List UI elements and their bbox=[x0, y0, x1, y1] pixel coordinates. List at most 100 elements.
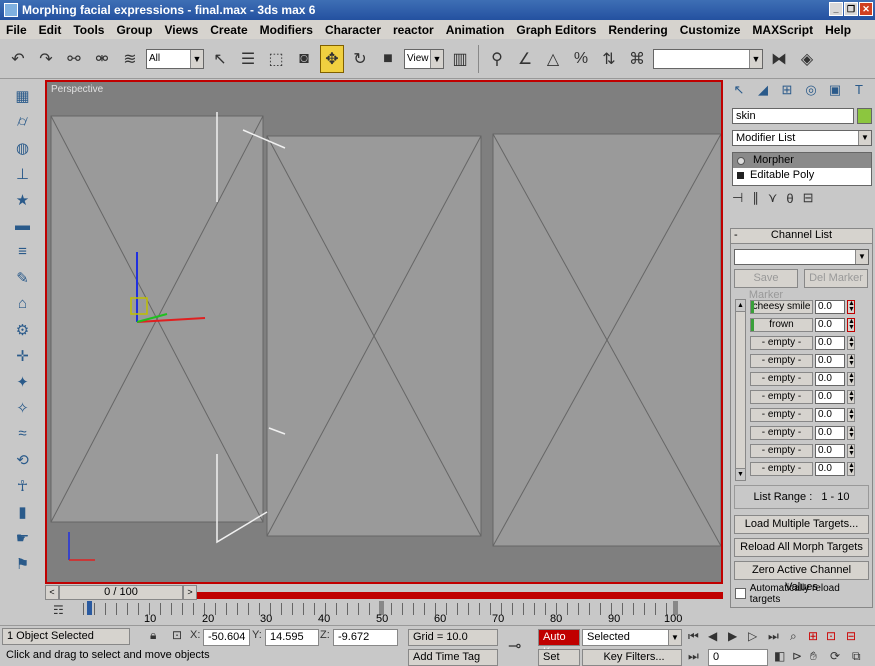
rectangular-selection-icon[interactable]: ⬚ bbox=[264, 45, 288, 73]
select-and-manipulate-icon[interactable]: ⚲ bbox=[485, 45, 509, 73]
undo-icon[interactable]: ↶ bbox=[6, 45, 30, 73]
channel-row[interactable]: - empty - 0.0 ▲ ▼ bbox=[750, 461, 870, 476]
channel-name-button[interactable]: - empty - bbox=[750, 389, 813, 404]
menu-graph-editors[interactable]: Graph Editors bbox=[510, 23, 602, 37]
channel-spinner[interactable]: ▲ ▼ bbox=[847, 461, 855, 476]
lightbulb-icon[interactable] bbox=[737, 156, 745, 165]
configure-sets-icon[interactable]: ⊟ bbox=[803, 190, 814, 206]
channel-spinner[interactable]: ▲ ▼ bbox=[847, 443, 855, 458]
absolute-mode-icon[interactable]: ⊡ bbox=[172, 628, 182, 642]
channel-row[interactable]: - empty - 0.0 ▲ ▼ bbox=[750, 353, 870, 368]
menu-character[interactable]: Character bbox=[319, 23, 387, 37]
create-star-icon[interactable]: ★ bbox=[12, 190, 34, 209]
channel-spinner[interactable]: ▲ ▼ bbox=[847, 407, 855, 422]
head-model-left[interactable] bbox=[50, 115, 264, 523]
channel-name-button[interactable]: - empty - bbox=[750, 443, 813, 458]
channel-name-button[interactable]: - empty - bbox=[750, 353, 813, 368]
channel-spinner[interactable]: ▲ ▼ bbox=[847, 425, 855, 440]
create-stack-icon[interactable]: ≡ bbox=[12, 242, 34, 261]
channel-value-field[interactable]: 0.0 bbox=[815, 407, 845, 422]
pin-stack-icon[interactable]: ⊣ bbox=[732, 190, 743, 206]
menu-tools[interactable]: Tools bbox=[67, 23, 110, 37]
time-slider-prev-button[interactable]: < bbox=[45, 585, 59, 600]
scroll-down-icon[interactable]: ▼ bbox=[736, 468, 745, 480]
modifier-list-dropdown[interactable]: Modifier List ▼ bbox=[732, 130, 872, 146]
create-cylinder-icon[interactable]: ⌭ bbox=[12, 112, 34, 131]
create-tab-icon[interactable]: ↖ bbox=[729, 82, 749, 100]
channel-row[interactable]: - empty - 0.0 ▲ ▼ bbox=[750, 407, 870, 422]
head-model-center[interactable] bbox=[266, 135, 482, 537]
channel-row[interactable]: - empty - 0.0 ▲ ▼ bbox=[750, 425, 870, 440]
channel-name-button[interactable]: - empty - bbox=[750, 461, 813, 476]
channel-spinner[interactable]: ▲ ▼ bbox=[847, 353, 855, 368]
del-marker-button[interactable]: Del Marker bbox=[804, 269, 868, 288]
channel-spinner[interactable]: ▲ ▼ bbox=[847, 299, 855, 314]
display-tab-icon[interactable]: ▣ bbox=[825, 82, 845, 100]
selection-filter-dropdown[interactable]: All ▼ bbox=[146, 48, 204, 69]
expand-icon[interactable] bbox=[737, 172, 744, 179]
time-configuration-icon[interactable]: ◧ bbox=[774, 649, 785, 663]
channel-name-button[interactable]: frown bbox=[750, 317, 813, 332]
object-name-field[interactable]: skin bbox=[732, 108, 854, 124]
zoom-all-icon[interactable]: ⊞ bbox=[808, 629, 818, 643]
channel-value-field[interactable]: 0.0 bbox=[815, 335, 845, 350]
zoom-extents-icon[interactable]: ⊡ bbox=[826, 629, 836, 643]
menu-create[interactable]: Create bbox=[204, 23, 253, 37]
select-and-move-icon[interactable]: ✥ bbox=[320, 44, 344, 73]
reload-all-morph-targets-button[interactable]: Reload All Morph Targets bbox=[734, 538, 869, 557]
stack-item-morpher[interactable]: Morpher bbox=[733, 153, 871, 168]
auto-reload-option[interactable]: Automatically reload targets bbox=[735, 583, 870, 605]
make-unique-icon[interactable]: ⋎ bbox=[768, 190, 778, 206]
channel-value-field[interactable]: 0.0 bbox=[815, 461, 845, 476]
head-model-right[interactable] bbox=[492, 133, 721, 547]
named-selection-dropdown[interactable]: ▼ bbox=[653, 48, 763, 69]
channel-spinner[interactable]: ▲ ▼ bbox=[847, 371, 855, 386]
modify-tab-icon[interactable]: ◢ bbox=[753, 82, 773, 100]
create-gear-icon[interactable]: ⚙ bbox=[12, 320, 34, 339]
pan-icon[interactable]: ✋︎ bbox=[810, 649, 817, 664]
play-icon[interactable]: ▶︎ bbox=[728, 629, 737, 643]
channel-value-field[interactable]: 0.0 bbox=[815, 371, 845, 386]
angle-snap-icon[interactable]: △ bbox=[541, 45, 565, 73]
add-time-tag-button[interactable]: Add Time Tag bbox=[408, 649, 498, 666]
restore-button[interactable]: ❐ bbox=[844, 2, 858, 16]
channel-value-field[interactable]: 0.0 bbox=[815, 353, 845, 368]
key-mode-toggle-icon[interactable]: ⏭ bbox=[688, 649, 699, 664]
channel-value-field[interactable]: 0.0 bbox=[815, 425, 845, 440]
mirror-icon[interactable]: ⧓ bbox=[767, 45, 791, 73]
marker-dropdown[interactable]: ▼ bbox=[734, 249, 869, 265]
auto-reload-checkbox[interactable] bbox=[735, 588, 746, 599]
channel-name-button[interactable]: - empty - bbox=[750, 371, 813, 386]
mini-curve-editor-icon[interactable]: ☶ bbox=[53, 603, 64, 617]
channel-row[interactable]: - empty - 0.0 ▲ ▼ bbox=[750, 335, 870, 350]
channel-value-field[interactable]: 0.0 bbox=[815, 299, 845, 314]
channel-row[interactable]: - empty - 0.0 ▲ ▼ bbox=[750, 371, 870, 386]
channel-value-field[interactable]: 0.0 bbox=[815, 443, 845, 458]
channel-spinner[interactable]: ▲ ▼ bbox=[847, 335, 855, 350]
create-bottom-icon[interactable]: ⚑ bbox=[12, 554, 34, 573]
scroll-up-icon[interactable]: ▲ bbox=[736, 300, 745, 312]
zero-active-channel-values-button[interactable]: Zero Active Channel Values bbox=[734, 561, 869, 593]
create-camera-icon[interactable]: ✧ bbox=[12, 398, 34, 417]
select-and-rotate-icon[interactable]: ↻ bbox=[348, 45, 372, 73]
channel-spinner[interactable]: ▲ ▼ bbox=[847, 317, 855, 332]
align-icon[interactable]: ◈ bbox=[795, 45, 819, 73]
zoom-extents-all-icon[interactable]: ⊟ bbox=[846, 629, 856, 643]
min-max-toggle-icon[interactable]: ⧉ bbox=[852, 649, 861, 664]
channel-row[interactable]: frown 0.0 ▲ ▼ bbox=[750, 317, 870, 332]
select-object-icon[interactable]: ↖ bbox=[208, 45, 232, 73]
create-box-icon[interactable]: ▦ bbox=[12, 86, 34, 105]
save-marker-button[interactable]: Save Marker bbox=[734, 269, 798, 301]
channel-row[interactable]: cheesy smile 0.0 ▲ ▼ bbox=[750, 299, 870, 314]
menu-rendering[interactable]: Rendering bbox=[602, 23, 673, 37]
channel-list-scrollbar[interactable]: ▲ ▼ bbox=[735, 299, 746, 481]
channel-name-button[interactable]: cheesy smile bbox=[750, 299, 813, 314]
redo-icon[interactable]: ↷ bbox=[34, 45, 58, 73]
unlink-icon[interactable]: ⚮ bbox=[90, 45, 114, 73]
pivot-center-icon[interactable]: ▥ bbox=[448, 45, 472, 73]
key-icon[interactable]: ⊸ bbox=[508, 636, 521, 656]
snap-toggle-icon[interactable]: ∠ bbox=[513, 45, 537, 73]
bind-space-warp-icon[interactable]: ≋ bbox=[118, 45, 142, 73]
field-of-view-icon[interactable]: ⊳ bbox=[792, 649, 802, 663]
key-filters-button[interactable]: Key Filters... bbox=[582, 649, 682, 666]
